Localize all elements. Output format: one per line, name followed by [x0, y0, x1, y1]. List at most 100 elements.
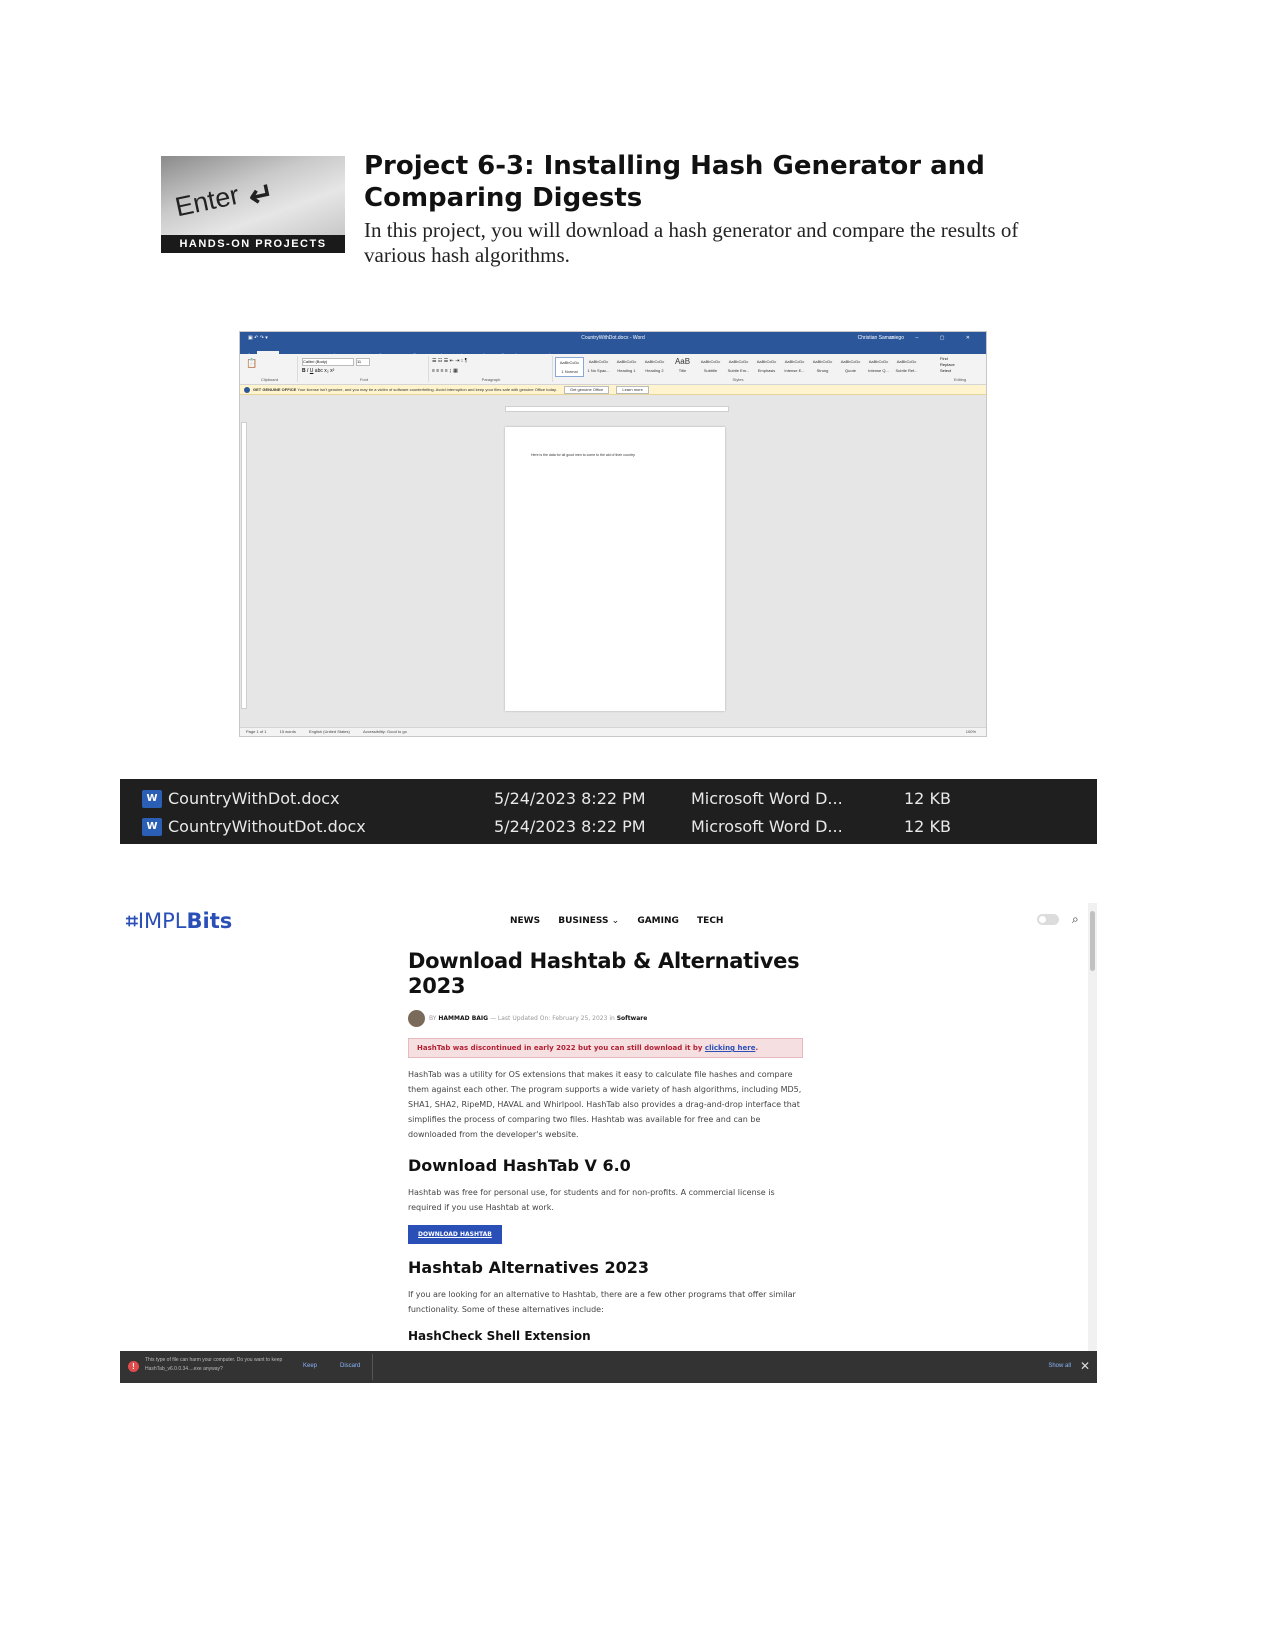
select-button[interactable]: Select [940, 368, 980, 374]
paragraph-group-label: Paragraph [481, 377, 501, 382]
style-quote[interactable]: AaBbCcDc Quote [837, 357, 864, 375]
download-warning-text: This type of file can harm your computer… [145, 1357, 283, 1372]
enter-arrow-icon: ↵ [245, 176, 278, 215]
search-icon[interactable]: ⌕ [1072, 912, 1079, 927]
file-row[interactable]: W CountryWithDot.docx 5/24/2023 8:22 PM … [120, 785, 1097, 813]
align-buttons[interactable]: ≡ ≡ ≡ ≡ ↨ ▦ [432, 368, 458, 374]
show-all-button[interactable]: Show all [1048, 1363, 1071, 1369]
file-date: 5/24/2023 8:22 PM [494, 789, 646, 808]
style-title[interactable]: AaB Title [669, 357, 696, 375]
nav-tech[interactable]: TECH [697, 916, 723, 926]
list-buttons[interactable]: ☰ ☷ ☰ ⇤ ⇥ ↕ ¶ [432, 358, 467, 364]
file-explorer-list: W CountryWithDot.docx 5/24/2023 8:22 PM … [120, 779, 1097, 844]
warning-icon: ! [128, 1361, 139, 1372]
file-row[interactable]: W CountryWithoutDot.docx 5/24/2023 8:22 … [120, 813, 1097, 841]
discard-button[interactable]: Discard [340, 1363, 360, 1369]
paste-icon[interactable]: 📋 [246, 358, 257, 369]
badge-band-label: HANDS-ON PROJECTS [161, 235, 345, 253]
document-page[interactable]: Here is the data for all good men to com… [505, 427, 725, 711]
clipboard-group: 📋 Clipboard [242, 356, 298, 382]
project-title: Project 6-3: Installing Hash Generator a… [364, 151, 985, 213]
nav-gaming[interactable]: GAMING [637, 916, 679, 926]
browser-window: ⌗IMPLBits NEWS BUSINESS ⌄ GAMING TECH ⌕ … [120, 903, 1097, 1383]
clicking-here-link[interactable]: clicking here [705, 1044, 756, 1052]
learn-more-button[interactable]: Learn more [616, 386, 649, 394]
bold-italic-underline-buttons[interactable]: B I U abc x₂ x² [302, 368, 334, 374]
logo-impl-text: IMPL [137, 909, 187, 933]
info-icon [244, 386, 250, 393]
zoom-level[interactable]: 100% [966, 728, 976, 736]
word-file-icon: W [142, 818, 162, 836]
editing-group-label: Editing [953, 377, 967, 382]
intro-paragraph: HashTab was a utility for OS extensions … [408, 1070, 802, 1139]
file-date: 5/24/2023 8:22 PM [494, 817, 646, 836]
byline: BY HAMMAD BAIG — Last Updated On: Februa… [408, 1010, 803, 1028]
style-normal[interactable]: AaBbCcDc 1 Normal [555, 357, 584, 377]
font-name-select[interactable]: Calibri (Body) [302, 358, 354, 366]
scrollbar-thumb[interactable] [1090, 911, 1095, 971]
style-emphasis[interactable]: AaBbCcDc Emphasis [753, 357, 780, 375]
hands-on-projects-badge: Enter ↵ HANDS-ON PROJECTS [161, 156, 345, 253]
logo-bits-text: Bits [186, 909, 233, 933]
style-no-spacing[interactable]: AaBbCcDc 1 No Spac... [585, 357, 612, 375]
status-accessibility[interactable]: Accessibility: Good to go [363, 729, 407, 734]
styles-group-label: Styles [732, 377, 744, 382]
horizontal-ruler [505, 406, 729, 412]
logo-mark-icon: ⌗ [126, 909, 138, 933]
font-group-label: Font [359, 377, 368, 382]
document-text: Here is the data for all good men to com… [531, 453, 636, 457]
word-file-icon: W [142, 790, 162, 808]
font-size-select[interactable]: 11 [356, 358, 370, 366]
author-name[interactable]: HAMMAD BAIG [438, 1015, 488, 1022]
category-link[interactable]: Software [617, 1015, 648, 1022]
download-hashtab-button[interactable]: DOWNLOAD HASHTAB [408, 1225, 502, 1244]
hashcheck-heading: HashCheck Shell Extension [408, 1329, 591, 1343]
article: Download Hashtab & Alternatives 2023 BY … [408, 949, 803, 1343]
window-controls[interactable]: ▭ – ▢ ✕ [889, 332, 980, 344]
status-language[interactable]: English (United States) [309, 729, 350, 734]
license-paragraph: Hashtab was free for personal use, for s… [408, 1188, 775, 1212]
editing-group: Find Replace Select Editing [940, 356, 980, 382]
style-subtitle[interactable]: AaBbCcDc Subtitle [697, 357, 724, 375]
word-window: ▣ ↶ ↷ ▾ CountryWithDot.docx - Word Chris… [239, 331, 987, 737]
status-words[interactable]: 15 words [280, 729, 296, 734]
style-heading-1[interactable]: AaBbCcDc Heading 1 [613, 357, 640, 375]
paragraph-group: ☰ ☷ ☰ ⇤ ⇥ ↕ ¶ ≡ ≡ ≡ ≡ ↨ ▦ Paragraph [430, 356, 553, 382]
alternatives-heading: Hashtab Alternatives 2023 [408, 1258, 650, 1277]
chevron-down-icon: ⌄ [611, 916, 620, 926]
file-name: CountryWithDot.docx [168, 789, 340, 808]
nav-business[interactable]: BUSINESS ⌄ [558, 916, 619, 926]
style-subtle-reference[interactable]: AaBbCcDc Subtle Ref... [893, 357, 920, 375]
get-genuine-office-button[interactable]: Get genuine Office [563, 386, 610, 394]
enter-key-label: Enter [172, 179, 242, 223]
style-intense-emphasis[interactable]: AaBbCcDc Intense E... [781, 357, 808, 375]
site-logo[interactable]: ⌗IMPLBits [126, 909, 232, 934]
message-title: GET GENUINE OFFICE [253, 387, 297, 392]
discontinued-notice: HashTab was discontinued in early 2022 b… [408, 1038, 803, 1058]
file-size: 12 KB [904, 789, 951, 808]
avatar[interactable] [408, 1010, 425, 1027]
close-icon[interactable]: ✕ [1080, 1359, 1090, 1373]
notice-text: HashTab was discontinued in early 2022 b… [417, 1044, 703, 1052]
style-subtle-emphasis[interactable]: AaBbCcDc Subtle Em... [725, 357, 752, 375]
file-name: CountryWithoutDot.docx [168, 817, 366, 836]
keep-button[interactable]: Keep [303, 1363, 317, 1369]
message-text: Your license isn't genuine, and you may … [297, 387, 557, 392]
download-bar-divider [372, 1354, 373, 1380]
status-page[interactable]: Page 1 of 1 [246, 729, 266, 734]
by-prefix: BY [429, 1015, 437, 1022]
style-heading-2[interactable]: AaBbCcDc Heading 2 [641, 357, 668, 375]
font-group: Calibri (Body) 11 B I U abc x₂ x² Font [300, 356, 429, 382]
file-type: Microsoft Word D... [691, 789, 843, 808]
download-heading: Download HashTab V 6.0 [408, 1156, 631, 1175]
article-title: Download Hashtab & Alternatives 2023 [408, 949, 800, 998]
style-strong[interactable]: AaBbCcDc Strong [809, 357, 836, 375]
style-intense-quote[interactable]: AaBbCcDc Intense Q... [865, 357, 892, 375]
vertical-ruler [241, 422, 247, 709]
file-size: 12 KB [904, 817, 951, 836]
genuine-office-message-bar: GET GENUINE OFFICE Your license isn't ge… [240, 385, 986, 395]
alternatives-paragraph: If you are looking for an alternative to… [408, 1290, 796, 1314]
nav-news[interactable]: NEWS [510, 916, 540, 926]
dark-mode-toggle[interactable] [1037, 914, 1059, 925]
clipboard-group-label: Clipboard [260, 377, 279, 382]
